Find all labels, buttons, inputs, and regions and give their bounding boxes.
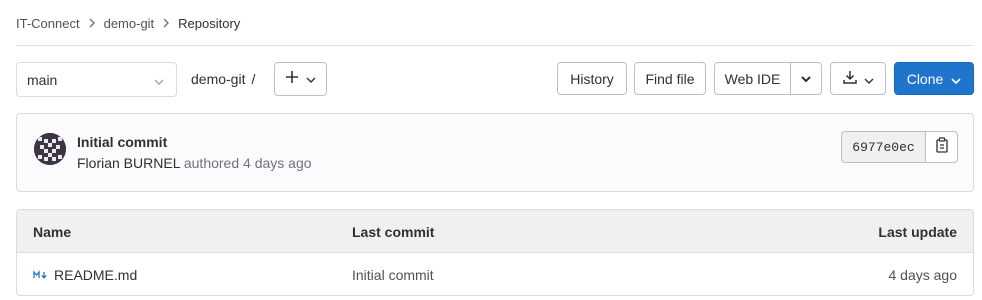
branch-selector[interactable]: main bbox=[16, 62, 177, 97]
file-tree-table: Name Last commit Last update README.md I… bbox=[16, 209, 974, 296]
clone-label: Clone bbox=[906, 70, 944, 87]
chevron-down-icon bbox=[864, 71, 874, 87]
path-separator: / bbox=[251, 71, 256, 87]
column-header-last-commit: Last commit bbox=[352, 224, 435, 240]
history-button[interactable]: History bbox=[557, 62, 627, 95]
commit-sha-group: 6977e0ec bbox=[841, 131, 958, 163]
web-ide-split-button: Web IDE bbox=[714, 62, 822, 95]
table-row[interactable]: README.md Initial commit 4 days ago bbox=[17, 253, 973, 295]
commit-sha[interactable]: 6977e0ec bbox=[842, 132, 926, 162]
clipboard-icon bbox=[935, 136, 949, 158]
chevron-down-icon bbox=[306, 70, 316, 88]
repo-path-link[interactable]: demo-git bbox=[191, 71, 245, 87]
branch-name: main bbox=[27, 71, 58, 88]
chevron-down-icon bbox=[154, 72, 164, 88]
file-last-commit[interactable]: Initial commit bbox=[352, 267, 434, 283]
commit-author[interactable]: Florian BURNEL bbox=[77, 155, 180, 171]
file-name-cell[interactable]: README.md bbox=[33, 267, 137, 283]
commit-action: authored bbox=[183, 155, 240, 171]
markdown-icon bbox=[33, 267, 49, 283]
clone-button[interactable]: Clone bbox=[894, 62, 974, 95]
column-header-name: Name bbox=[33, 224, 72, 240]
file-last-update: 4 days ago bbox=[888, 267, 958, 283]
breadcrumb-item-group[interactable]: IT-Connect bbox=[16, 16, 80, 31]
commit-meta: Florian BURNEL authored 4 days ago bbox=[77, 155, 312, 171]
divider bbox=[16, 45, 974, 46]
table-header: Name Last commit Last update bbox=[17, 210, 973, 253]
web-ide-button[interactable]: Web IDE bbox=[715, 63, 791, 94]
add-file-dropdown[interactable] bbox=[274, 62, 327, 96]
chevron-right-icon bbox=[162, 18, 170, 28]
repo-path: demo-git / bbox=[191, 71, 255, 87]
copy-sha-button[interactable] bbox=[926, 132, 957, 162]
breadcrumb-item-project[interactable]: demo-git bbox=[104, 16, 155, 31]
commit-title[interactable]: Initial commit bbox=[77, 134, 167, 150]
chevron-down-icon bbox=[951, 71, 961, 87]
breadcrumb-item-current[interactable]: Repository bbox=[178, 16, 240, 31]
chevron-down-icon bbox=[801, 70, 811, 88]
find-file-button[interactable]: Find file bbox=[634, 62, 706, 95]
plus-icon bbox=[285, 70, 299, 89]
avatar[interactable] bbox=[34, 133, 66, 165]
download-dropdown-button[interactable] bbox=[830, 62, 886, 95]
chevron-right-icon bbox=[88, 18, 96, 28]
file-name: README.md bbox=[54, 267, 138, 283]
web-ide-dropdown-toggle[interactable] bbox=[791, 63, 821, 94]
download-icon bbox=[842, 69, 858, 88]
commit-time: 4 days ago bbox=[243, 155, 312, 171]
breadcrumb: IT-Connect demo-git Repository bbox=[16, 14, 240, 32]
column-header-last-update: Last update bbox=[878, 224, 957, 240]
last-commit-panel: Initial commit Florian BURNEL authored 4… bbox=[16, 113, 974, 192]
